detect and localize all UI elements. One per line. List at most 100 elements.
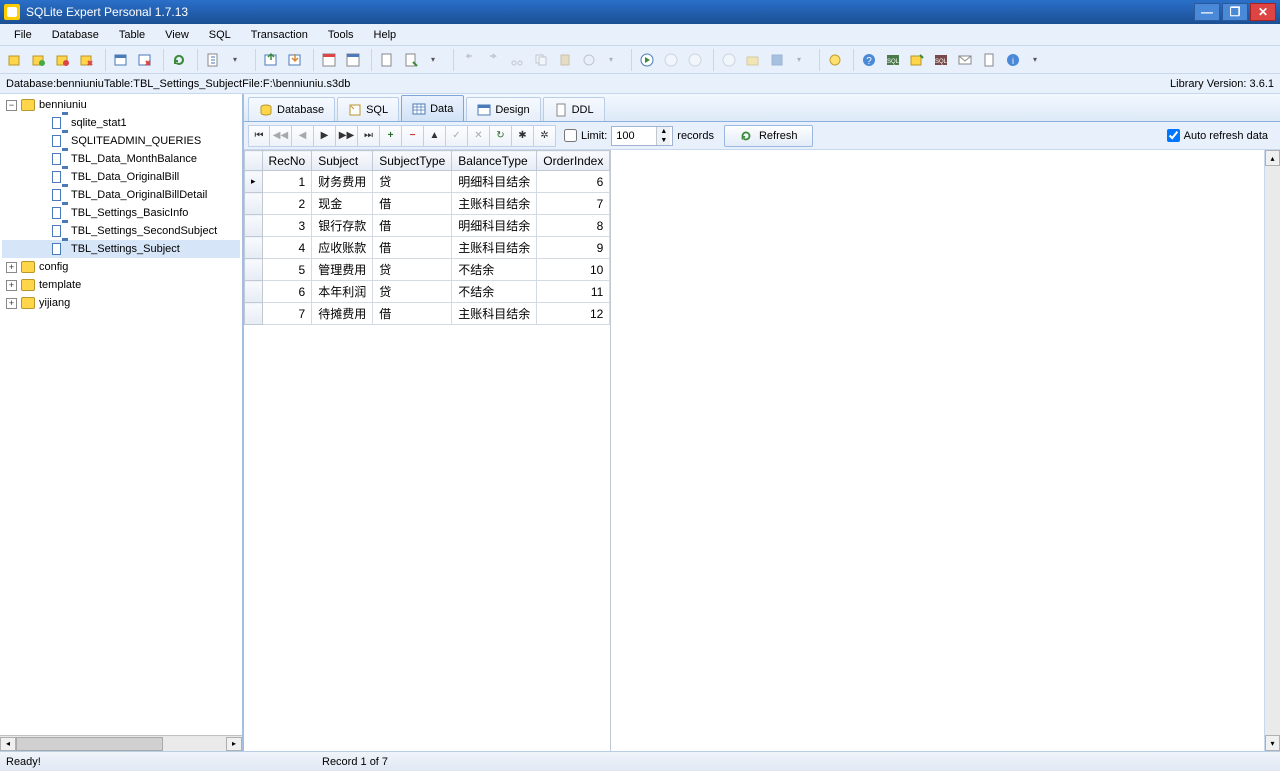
tb-paste[interactable] — [554, 49, 576, 71]
limit-down[interactable]: ▼ — [657, 136, 670, 145]
nav-next[interactable]: ▶ — [314, 125, 336, 147]
menu-tools[interactable]: Tools — [320, 27, 362, 43]
cell[interactable]: 主账科目结余 — [452, 193, 537, 215]
auto-refresh-checkbox[interactable] — [1167, 129, 1180, 142]
tb-open[interactable] — [742, 49, 764, 71]
tb-undo[interactable] — [458, 49, 480, 71]
tree-db-config[interactable]: +config — [2, 258, 240, 276]
tb-help[interactable]: ? — [858, 49, 880, 71]
cell[interactable]: 不结余 — [452, 281, 537, 303]
table-row[interactable]: 6本年利润贷不结余11 — [245, 281, 610, 303]
cell[interactable]: 11 — [537, 281, 610, 303]
tree-table-TBL_Settings_BasicInfo[interactable]: TBL_Settings_BasicInfo — [2, 204, 240, 222]
cell[interactable]: 借 — [373, 215, 452, 237]
nav-prev[interactable]: ◀ — [292, 125, 314, 147]
tree-table-SQLITEADMIN_QUERIES[interactable]: SQLITEADMIN_QUERIES — [2, 132, 240, 150]
tree-table-sqlite_stat1[interactable]: sqlite_stat1 — [2, 114, 240, 132]
row-indicator[interactable] — [245, 193, 263, 215]
tb-info-drop[interactable]: ▾ — [1026, 49, 1048, 71]
limit-input[interactable] — [612, 127, 656, 145]
cell[interactable]: 贷 — [373, 171, 452, 193]
cell[interactable]: 7 — [262, 303, 312, 325]
row-indicator[interactable] — [245, 303, 263, 325]
cell[interactable]: 借 — [373, 237, 452, 259]
tb-cut[interactable] — [506, 49, 528, 71]
minimize-button[interactable]: — — [1194, 3, 1220, 21]
table-row[interactable]: 5管理费用贷不结余10 — [245, 259, 610, 281]
tree-hscroll[interactable]: ◂ ▸ — [0, 735, 242, 751]
limit-checkbox[interactable] — [564, 129, 577, 142]
col-Subject[interactable]: Subject — [312, 151, 373, 171]
nav-filter[interactable]: ✲ — [534, 125, 556, 147]
tree-table-TBL_Data_OriginalBillDetail[interactable]: TBL_Data_OriginalBillDetail — [2, 186, 240, 204]
tb-refresh[interactable] — [168, 49, 190, 71]
nav-insert[interactable]: + — [380, 125, 402, 147]
cell[interactable]: 主账科目结余 — [452, 237, 537, 259]
tree-table-TBL_Settings_Subject[interactable]: TBL_Settings_Subject — [2, 240, 240, 258]
tab-sql[interactable]: SQL — [337, 97, 399, 121]
table-row[interactable]: 3银行存款借明细科目结余8 — [245, 215, 610, 237]
cell[interactable]: 贷 — [373, 259, 452, 281]
row-indicator[interactable] — [245, 215, 263, 237]
tb-sql3[interactable]: SQL — [930, 49, 952, 71]
refresh-button[interactable]: Refresh — [724, 125, 813, 147]
cell[interactable]: 财务费用 — [312, 171, 373, 193]
cell[interactable]: 12 — [537, 303, 610, 325]
limit-up[interactable]: ▲ — [657, 127, 670, 136]
cell[interactable]: 本年利润 — [312, 281, 373, 303]
cell[interactable]: 明细科目结余 — [452, 171, 537, 193]
scroll-down-button[interactable]: ▾ — [1265, 735, 1280, 751]
tb-drop-table[interactable] — [134, 49, 156, 71]
nav-delete[interactable]: − — [402, 125, 424, 147]
table-row[interactable]: 4应收账款借主账科目结余9 — [245, 237, 610, 259]
tb-info[interactable]: i — [1002, 49, 1024, 71]
tb-save-drop[interactable]: ▾ — [790, 49, 812, 71]
tab-data[interactable]: Data — [401, 95, 464, 121]
col-SubjectType[interactable]: SubjectType — [373, 151, 452, 171]
cell[interactable]: 2 — [262, 193, 312, 215]
tb-sql2[interactable] — [906, 49, 928, 71]
tb-world[interactable] — [824, 49, 846, 71]
close-button[interactable]: ✕ — [1250, 3, 1276, 21]
scroll-right-button[interactable]: ▸ — [226, 737, 242, 751]
row-indicator[interactable] — [245, 259, 263, 281]
cell[interactable]: 借 — [373, 193, 452, 215]
tb-remove-db[interactable] — [52, 49, 74, 71]
cell[interactable]: 主账科目结余 — [452, 303, 537, 325]
cell[interactable]: 贷 — [373, 281, 452, 303]
tb-run-prev[interactable] — [660, 49, 682, 71]
menu-view[interactable]: View — [157, 27, 197, 43]
tb-run[interactable] — [636, 49, 658, 71]
nav-last[interactable]: ⏭ — [358, 125, 380, 147]
cell[interactable]: 4 — [262, 237, 312, 259]
tb-export[interactable] — [284, 49, 306, 71]
tab-design[interactable]: Design — [466, 97, 540, 121]
cell[interactable]: 1 — [262, 171, 312, 193]
cell[interactable]: 应收账款 — [312, 237, 373, 259]
tb-mail[interactable] — [954, 49, 976, 71]
col-BalanceType[interactable]: BalanceType — [452, 151, 537, 171]
tb-copy[interactable] — [530, 49, 552, 71]
tb-new-db[interactable] — [4, 49, 26, 71]
tree-table-TBL_Settings_SecondSubject[interactable]: TBL_Settings_SecondSubject — [2, 222, 240, 240]
menu-sql[interactable]: SQL — [201, 27, 239, 43]
table-row[interactable]: 2现金借主账科目结余7 — [245, 193, 610, 215]
col-RecNo[interactable]: RecNo — [262, 151, 312, 171]
menu-transaction[interactable]: Transaction — [243, 27, 316, 43]
tree-table-TBL_Data_OriginalBill[interactable]: TBL_Data_OriginalBill — [2, 168, 240, 186]
nav-bookmark[interactable]: ✱ — [512, 125, 534, 147]
tb-script[interactable] — [376, 49, 398, 71]
tb-cal1[interactable] — [318, 49, 340, 71]
cell[interactable]: 10 — [537, 259, 610, 281]
cell[interactable]: 现金 — [312, 193, 373, 215]
tb-export1[interactable] — [202, 49, 224, 71]
nav-first[interactable]: ⏮ — [248, 125, 270, 147]
cell[interactable]: 管理费用 — [312, 259, 373, 281]
tb-stop[interactable] — [718, 49, 740, 71]
tb-script-run[interactable] — [400, 49, 422, 71]
nav-next-page[interactable]: ▶▶ — [336, 125, 358, 147]
limit-spinner[interactable]: ▲▼ — [611, 126, 673, 146]
table-row[interactable]: ▸1财务费用贷明细科目结余6 — [245, 171, 610, 193]
tab-database[interactable]: Database — [248, 97, 335, 121]
cell[interactable]: 6 — [537, 171, 610, 193]
